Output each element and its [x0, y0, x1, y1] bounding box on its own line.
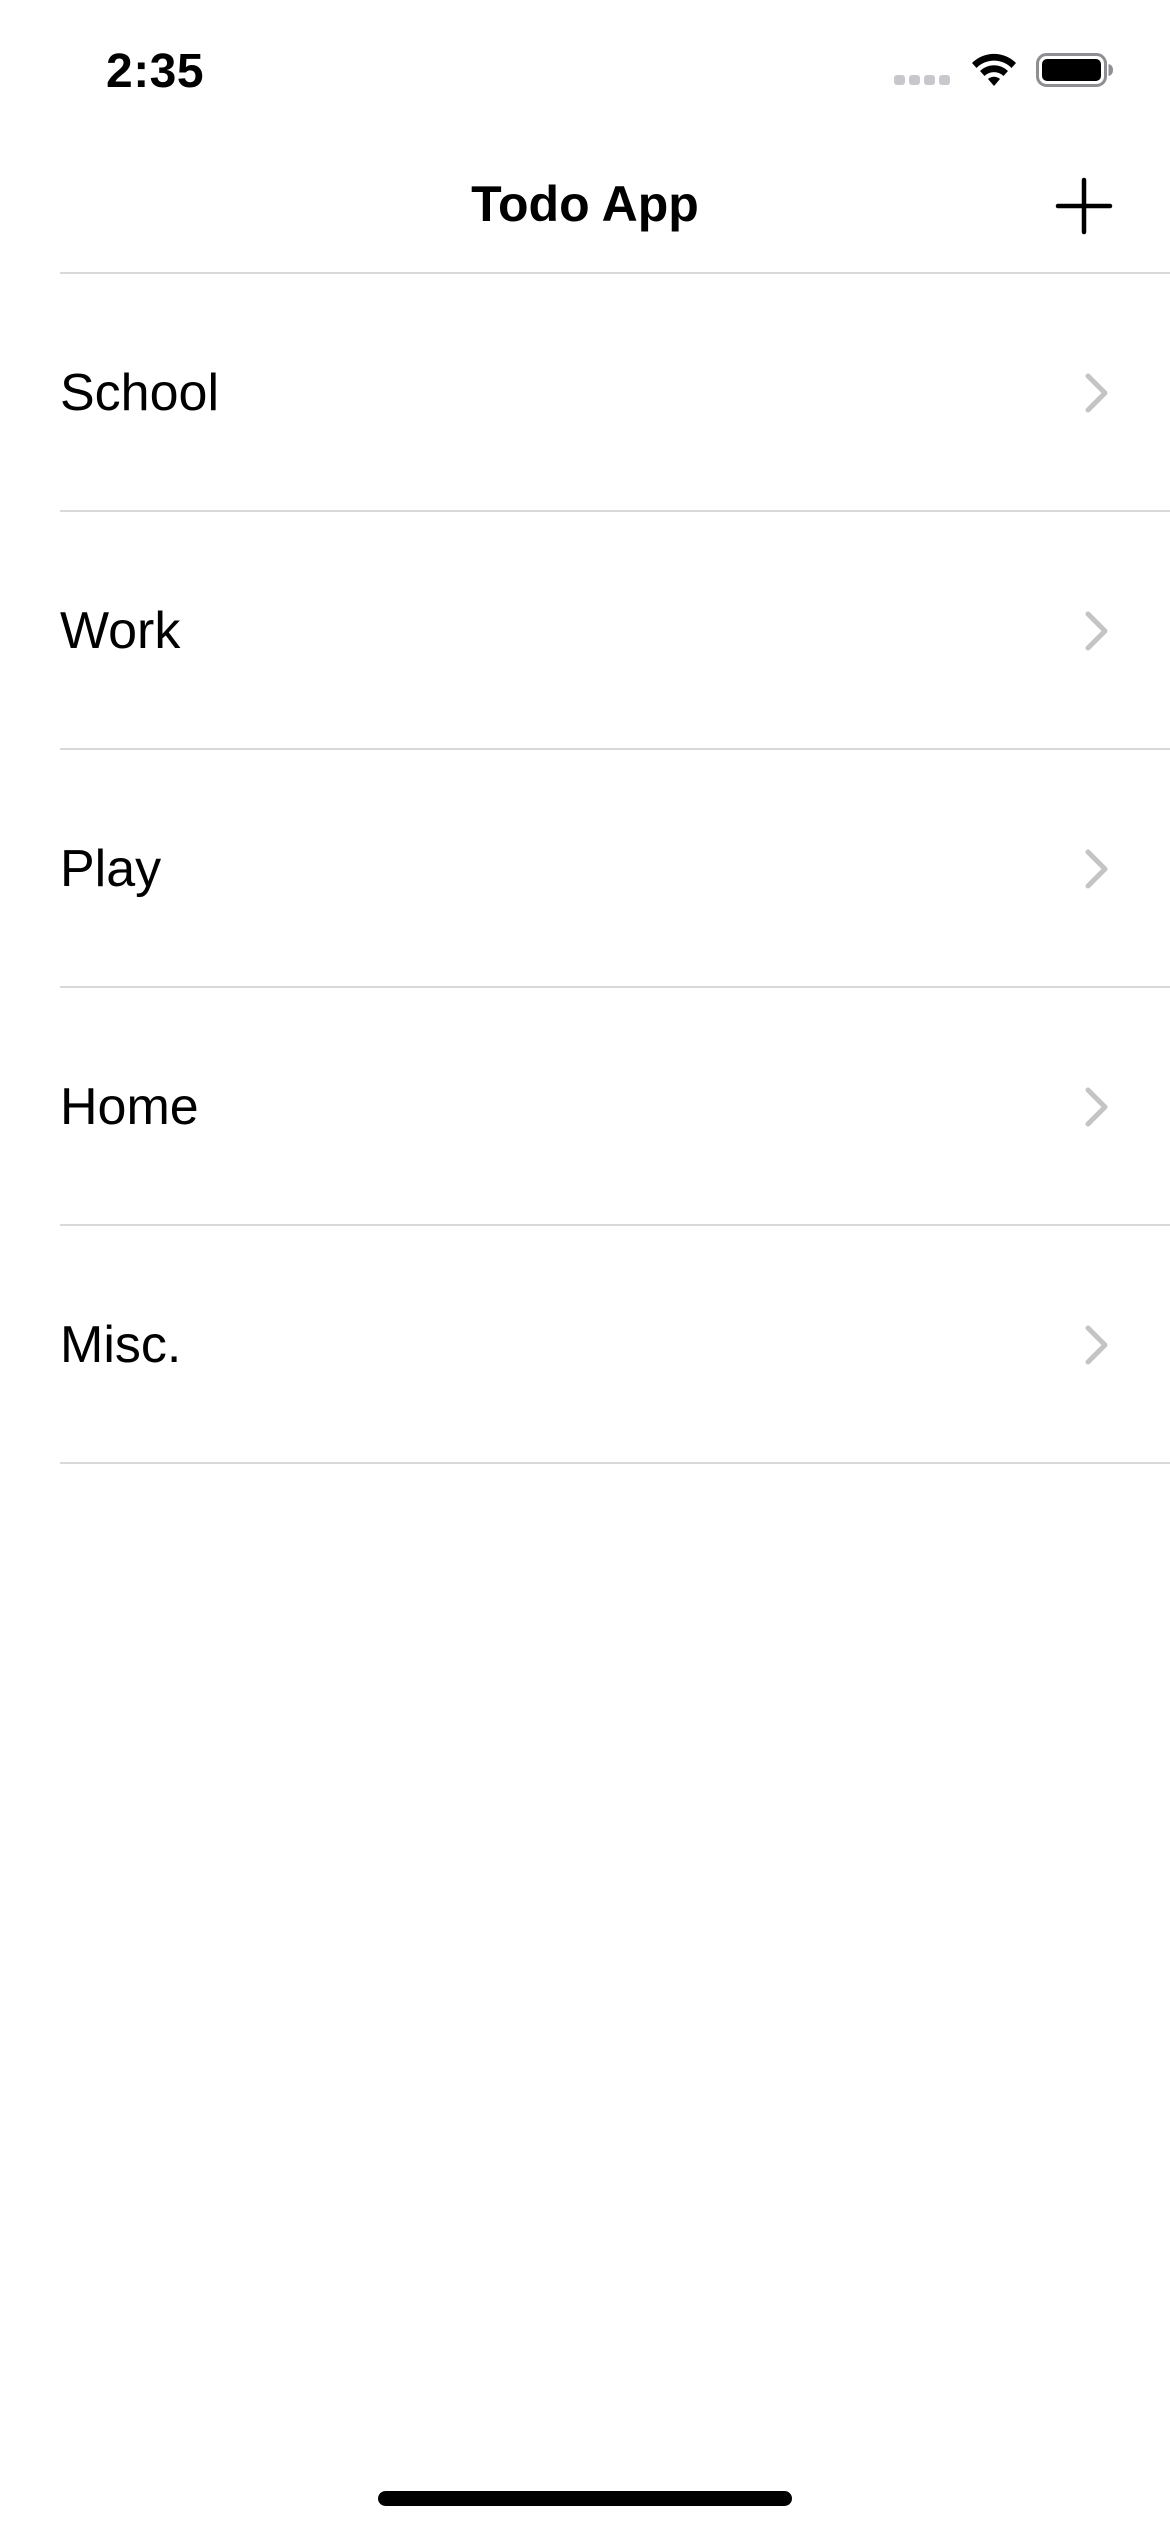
list-item-label: Work — [60, 602, 181, 660]
list-item-label: Misc. — [60, 1316, 182, 1374]
row-separator — [60, 1462, 1170, 1464]
chevron-right-icon — [1084, 1324, 1110, 1366]
chevron-right-icon — [1084, 848, 1110, 890]
battery-icon — [1036, 50, 1114, 90]
chevron-right-icon — [1084, 610, 1110, 652]
list-item-label: Home — [60, 1078, 199, 1136]
page-title: Todo App — [471, 176, 699, 232]
cellular-signal-icon — [894, 50, 952, 90]
category-list: School Work Play Home Misc. — [0, 274, 1170, 1464]
list-item-play[interactable]: Play — [0, 750, 1170, 988]
list-item-school[interactable]: School — [0, 274, 1170, 512]
navigation-bar: Todo App — [0, 140, 1170, 272]
list-item-label: School — [60, 364, 219, 422]
status-time: 2:35 — [106, 45, 205, 98]
status-bar: 2:35 — [0, 0, 1170, 140]
add-button[interactable] — [1052, 174, 1116, 238]
status-icons — [894, 50, 1114, 90]
list-item-label: Play — [60, 840, 162, 898]
list-item-misc[interactable]: Misc. — [0, 1226, 1170, 1464]
list-item-work[interactable]: Work — [0, 512, 1170, 750]
list-item-home[interactable]: Home — [0, 988, 1170, 1226]
chevron-right-icon — [1084, 1086, 1110, 1128]
plus-icon — [1052, 174, 1116, 238]
wifi-icon — [968, 50, 1020, 90]
chevron-right-icon — [1084, 372, 1110, 414]
home-indicator[interactable] — [378, 2491, 792, 2506]
